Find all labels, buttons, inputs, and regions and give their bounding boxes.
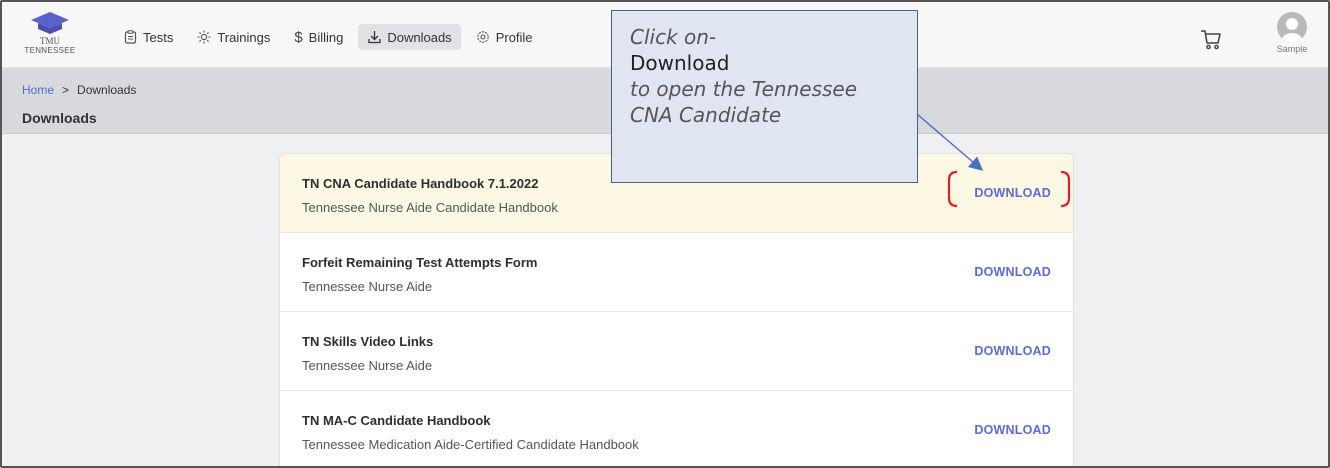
- annotation-bracket-left: [947, 170, 958, 208]
- annotation-arrow: [916, 113, 984, 171]
- annotation-overlay: [916, 113, 1071, 208]
- annotation-bracket-right: [1060, 170, 1071, 208]
- app-window: TMU TENNESSEE Tests Trainings $ Billing: [0, 0, 1330, 468]
